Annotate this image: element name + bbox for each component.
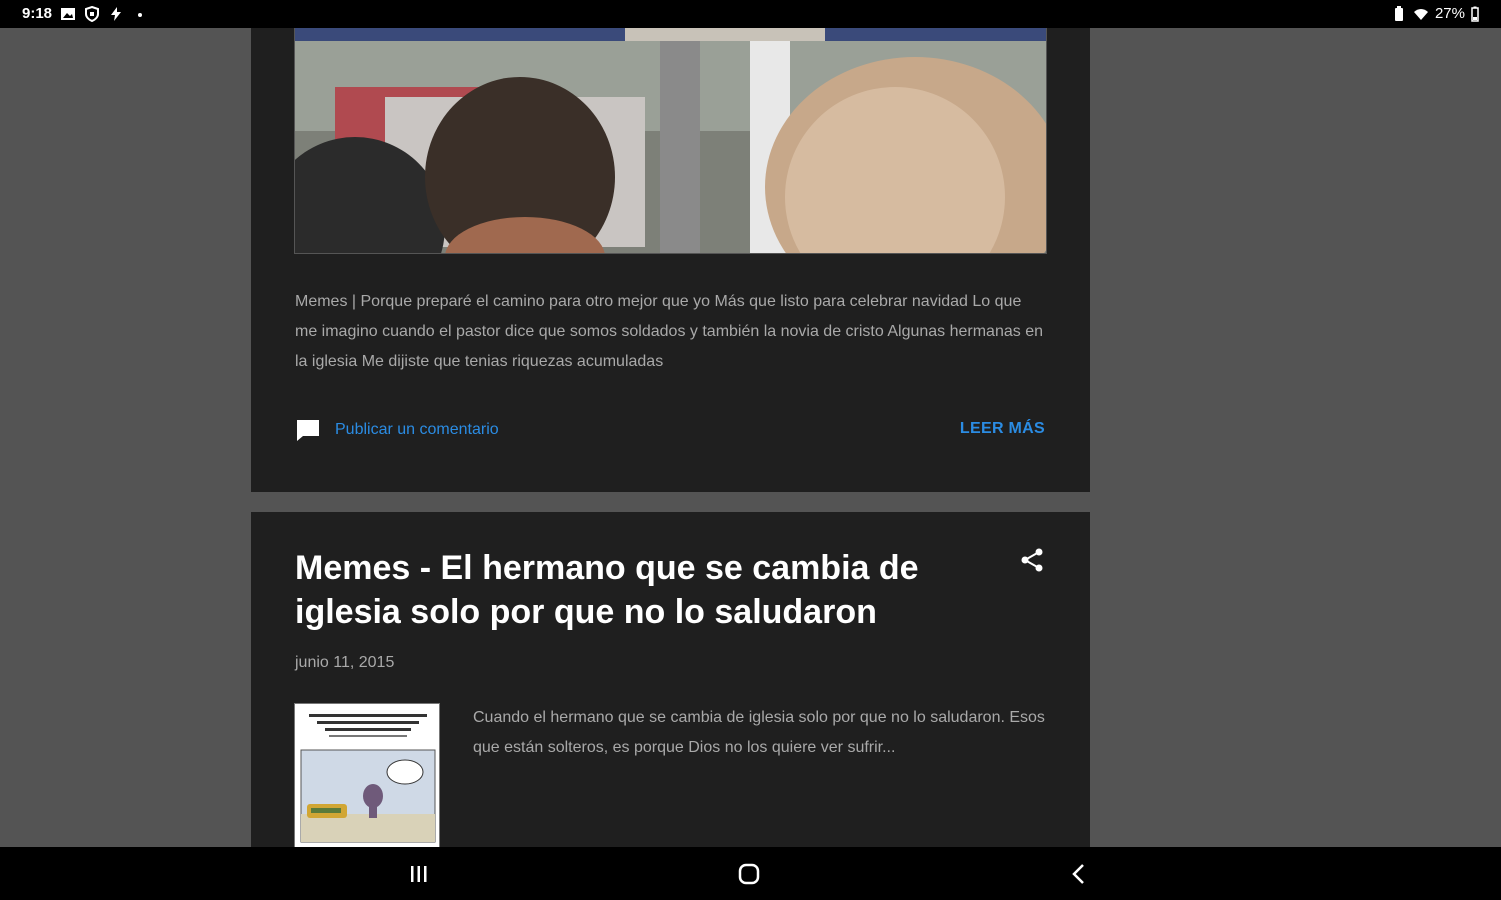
shield-icon [84, 5, 100, 22]
post-snippet: Memes | Porque preparé el camino para ot… [295, 293, 1043, 370]
recents-icon[interactable] [406, 861, 432, 887]
post-card: Memes | Porque preparé el camino para ot… [251, 28, 1090, 492]
post-hero-image[interactable] [294, 28, 1047, 254]
comment-row: Publicar un comentario [295, 417, 499, 443]
image-icon [60, 6, 76, 22]
post-thumbnail[interactable] [294, 703, 440, 847]
post-card: Memes - El hermano que se cambia de igle… [251, 512, 1090, 847]
post-title[interactable]: Memes - El hermano que se cambia de igle… [295, 546, 975, 634]
battery-percent: 27% [1434, 5, 1465, 22]
system-nav-bar [0, 847, 1501, 900]
bolt-icon [108, 6, 124, 22]
status-time: 9:18 [22, 5, 53, 22]
wifi-icon [1413, 6, 1429, 22]
comment-icon[interactable] [295, 417, 321, 443]
post-comment-link[interactable]: Publicar un comentario [335, 421, 499, 439]
dot-icon [132, 6, 148, 22]
back-icon[interactable] [1066, 861, 1092, 887]
battery-saver-icon [1391, 5, 1407, 22]
status-bar: 9:18 27% [0, 0, 1501, 28]
read-more-link[interactable]: LEER MÁS [960, 420, 1045, 438]
home-icon[interactable] [736, 861, 762, 887]
battery-icon [1471, 6, 1479, 22]
post-date: junio 11, 2015 [295, 654, 395, 671]
blog-feed[interactable]: Memes | Porque preparé el camino para ot… [0, 28, 1501, 847]
share-icon[interactable] [1018, 546, 1046, 574]
post-excerpt: Cuando el hermano que se cambia de igles… [473, 709, 1045, 756]
